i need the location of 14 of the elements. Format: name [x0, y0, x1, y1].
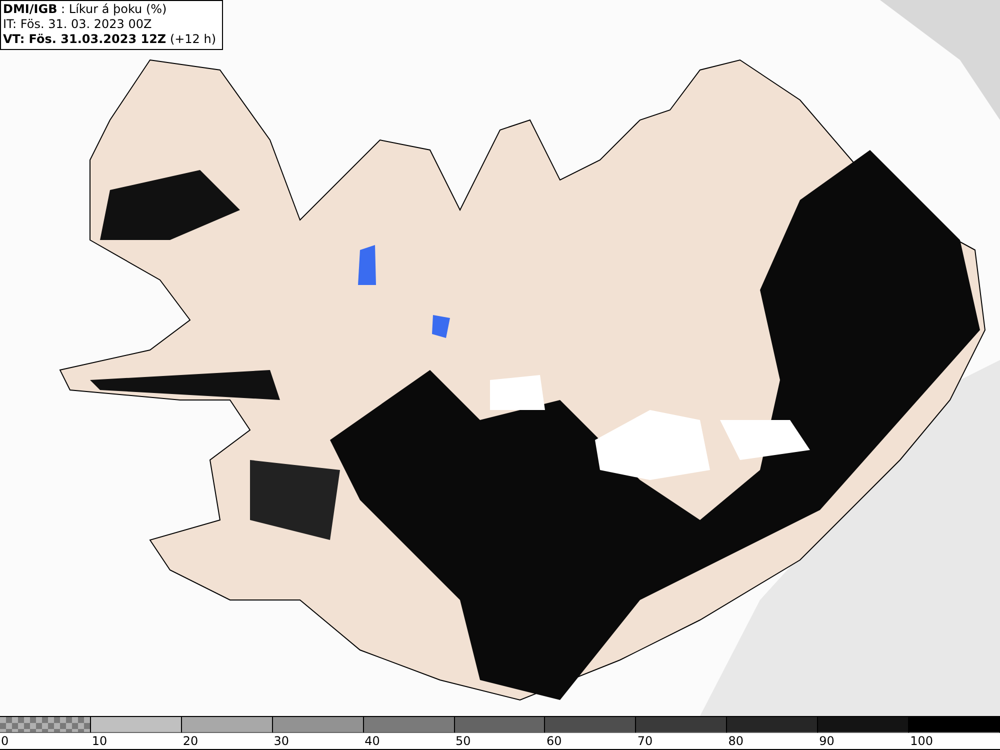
issue-time: IT: Fös. 31. 03. 2023 00Z [3, 17, 153, 32]
legend-label: 90 [818, 733, 910, 750]
legend-label: 30 [272, 733, 364, 750]
valid-time: VT: Fös. 31.03.2023 12Z (+12 h) [3, 32, 216, 47]
legend-label: 0 [0, 733, 91, 750]
legend-label: 100 [909, 733, 1000, 750]
legend-label: 70 [636, 733, 728, 750]
legend-label: 80 [727, 733, 818, 750]
legend-label: 40 [364, 733, 455, 750]
legend-label: 50 [454, 733, 546, 750]
map-title: DMI/IGB : Líkur á þoku (%) [3, 2, 168, 17]
legend-label: 20 [182, 733, 273, 750]
legend-label: 60 [545, 733, 636, 750]
legend-label: 10 [90, 733, 182, 750]
